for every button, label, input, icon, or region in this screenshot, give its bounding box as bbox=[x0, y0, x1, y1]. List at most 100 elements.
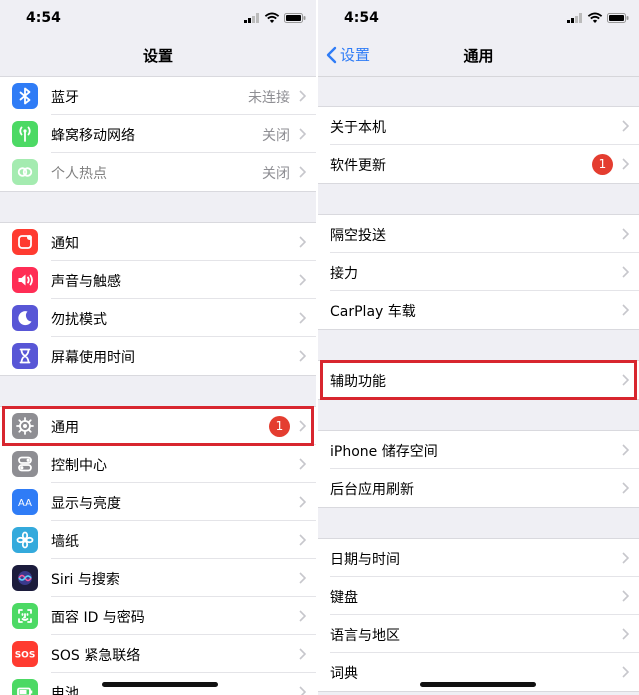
settings-row[interactable]: 通用 1 bbox=[0, 407, 316, 445]
chevron-right-icon bbox=[622, 444, 629, 456]
settings-list: 蓝牙 未连接 蜂窝移动网络 关闭 个人热点 关闭 通知 声音与触感 勿扰模式 屏幕使用时间 通用 1 控… bbox=[0, 76, 316, 695]
settings-row[interactable]: 隔空投送 bbox=[318, 215, 639, 253]
settings-group: 关于本机软件更新 1 bbox=[318, 106, 639, 184]
row-label: 日期与时间 bbox=[330, 552, 400, 568]
row-label: Siri 与搜索 bbox=[51, 572, 120, 588]
row-value: 未连接 bbox=[248, 90, 290, 106]
chevron-right-icon bbox=[299, 166, 306, 178]
row-label: 个人热点 bbox=[51, 166, 107, 182]
chevron-right-icon bbox=[299, 458, 306, 470]
settings-group: 辅助功能 bbox=[318, 360, 639, 400]
row-label: 蓝牙 bbox=[51, 90, 79, 106]
face-id-icon bbox=[12, 603, 38, 629]
siri-icon bbox=[12, 565, 38, 591]
settings-group: 通用 1 控制中心 AA 显示与亮度墙纸 Siri 与搜索面容 ID 与密码 SOS SOS … bbox=[0, 406, 316, 695]
hourglass-icon bbox=[12, 343, 38, 369]
battery-status-icon bbox=[607, 13, 629, 23]
cellular-antenna-icon bbox=[12, 121, 38, 147]
chevron-right-icon bbox=[299, 572, 306, 584]
chevron-right-icon bbox=[622, 304, 629, 316]
row-label: 键盘 bbox=[330, 590, 358, 606]
settings-row[interactable]: 辅助功能 bbox=[318, 361, 639, 399]
chevron-right-icon bbox=[299, 686, 306, 695]
chevron-right-icon bbox=[299, 312, 306, 324]
row-label: 显示与亮度 bbox=[51, 496, 121, 512]
chevron-right-icon bbox=[299, 648, 306, 660]
status-time: 4:54 bbox=[344, 10, 379, 26]
chevron-right-icon bbox=[622, 628, 629, 640]
general-list: 关于本机软件更新 1 隔空投送接力 CarPlay 车载辅助功能 iPhone 储存空间… bbox=[318, 76, 639, 692]
settings-row[interactable]: AA 显示与亮度 bbox=[0, 483, 316, 521]
battery-status-icon bbox=[284, 13, 306, 23]
notification-badge: 1 bbox=[592, 154, 613, 175]
settings-row[interactable]: 键盘 bbox=[318, 577, 639, 615]
row-label: 关于本机 bbox=[330, 120, 386, 136]
text-size-icon: AA bbox=[12, 489, 38, 515]
chevron-right-icon bbox=[299, 128, 306, 140]
chevron-right-icon bbox=[622, 120, 629, 132]
wifi-icon bbox=[264, 12, 280, 23]
sos-icon: SOS bbox=[12, 641, 38, 667]
page-title: 设置 bbox=[142, 47, 173, 65]
notifications-icon bbox=[12, 229, 38, 255]
settings-group: 日期与时间 键盘 语言与地区 词典 bbox=[318, 538, 639, 692]
chevron-right-icon bbox=[622, 158, 629, 170]
row-label: 隔空投送 bbox=[330, 228, 386, 244]
wifi-icon bbox=[587, 12, 603, 23]
settings-row[interactable]: CarPlay 车载 bbox=[318, 291, 639, 329]
row-label: 后台应用刷新 bbox=[330, 482, 414, 498]
chevron-right-icon bbox=[299, 534, 306, 546]
general-screen: 4:54 设置 通用 关于本机 软件更新 1 隔空投送 接力 CarPlay 车载 辅助功能… bbox=[318, 0, 639, 695]
row-label: 通用 bbox=[51, 420, 79, 436]
bluetooth-icon bbox=[12, 83, 38, 109]
settings-row[interactable]: 后台应用刷新 bbox=[318, 469, 639, 507]
hotspot-link-icon bbox=[12, 159, 38, 185]
settings-group: 蓝牙 未连接 蜂窝移动网络 关闭 个人热点 关闭 bbox=[0, 76, 316, 192]
chevron-right-icon bbox=[622, 228, 629, 240]
settings-row[interactable]: 面容 ID 与密码 bbox=[0, 597, 316, 635]
settings-row[interactable]: 语言与地区 bbox=[318, 615, 639, 653]
row-label: 软件更新 bbox=[330, 158, 386, 174]
chevron-right-icon bbox=[622, 552, 629, 564]
settings-row[interactable]: 个人热点 关闭 bbox=[0, 153, 316, 191]
row-label: CarPlay 车载 bbox=[330, 304, 416, 320]
settings-row[interactable]: 勿扰模式 bbox=[0, 299, 316, 337]
cellular-signal-icon bbox=[244, 13, 259, 23]
settings-row[interactable]: 软件更新 1 bbox=[318, 145, 639, 183]
row-label: 勿扰模式 bbox=[51, 312, 107, 328]
settings-group: iPhone 储存空间 后台应用刷新 bbox=[318, 430, 639, 508]
settings-row[interactable]: 声音与触感 bbox=[0, 261, 316, 299]
row-label: iPhone 储存空间 bbox=[330, 444, 438, 460]
settings-row[interactable]: 屏幕使用时间 bbox=[0, 337, 316, 375]
svg-text:SOS: SOS bbox=[15, 651, 36, 661]
settings-row[interactable]: 日期与时间 bbox=[318, 539, 639, 577]
chevron-right-icon bbox=[622, 666, 629, 678]
svg-text:AA: AA bbox=[18, 498, 32, 509]
chevron-right-icon bbox=[299, 274, 306, 286]
settings-row[interactable]: 控制中心 bbox=[0, 445, 316, 483]
row-label: 声音与触感 bbox=[51, 274, 121, 290]
settings-row[interactable]: iPhone 储存空间 bbox=[318, 431, 639, 469]
row-value: 关闭 bbox=[262, 128, 290, 144]
settings-row[interactable]: 蜂窝移动网络 关闭 bbox=[0, 115, 316, 153]
settings-group: 通知声音与触感勿扰模式屏幕使用时间 bbox=[0, 222, 316, 376]
row-label: 面容 ID 与密码 bbox=[51, 610, 145, 626]
chevron-right-icon bbox=[299, 420, 306, 432]
settings-row[interactable]: 关于本机 bbox=[318, 107, 639, 145]
speaker-icon bbox=[12, 267, 38, 293]
home-indicator[interactable] bbox=[420, 682, 536, 687]
settings-row[interactable]: SOS SOS 紧急联络 bbox=[0, 635, 316, 673]
settings-row[interactable]: Siri 与搜索 bbox=[0, 559, 316, 597]
settings-row[interactable]: 蓝牙 未连接 bbox=[0, 77, 316, 115]
status-time: 4:54 bbox=[26, 10, 61, 26]
gear-icon bbox=[12, 413, 38, 439]
notification-badge: 1 bbox=[269, 416, 290, 437]
home-indicator[interactable] bbox=[102, 682, 218, 687]
settings-row[interactable]: 接力 bbox=[318, 253, 639, 291]
nav-bar: 设置 bbox=[0, 36, 316, 77]
settings-row[interactable]: 通知 bbox=[0, 223, 316, 261]
settings-row[interactable]: 墙纸 bbox=[0, 521, 316, 559]
